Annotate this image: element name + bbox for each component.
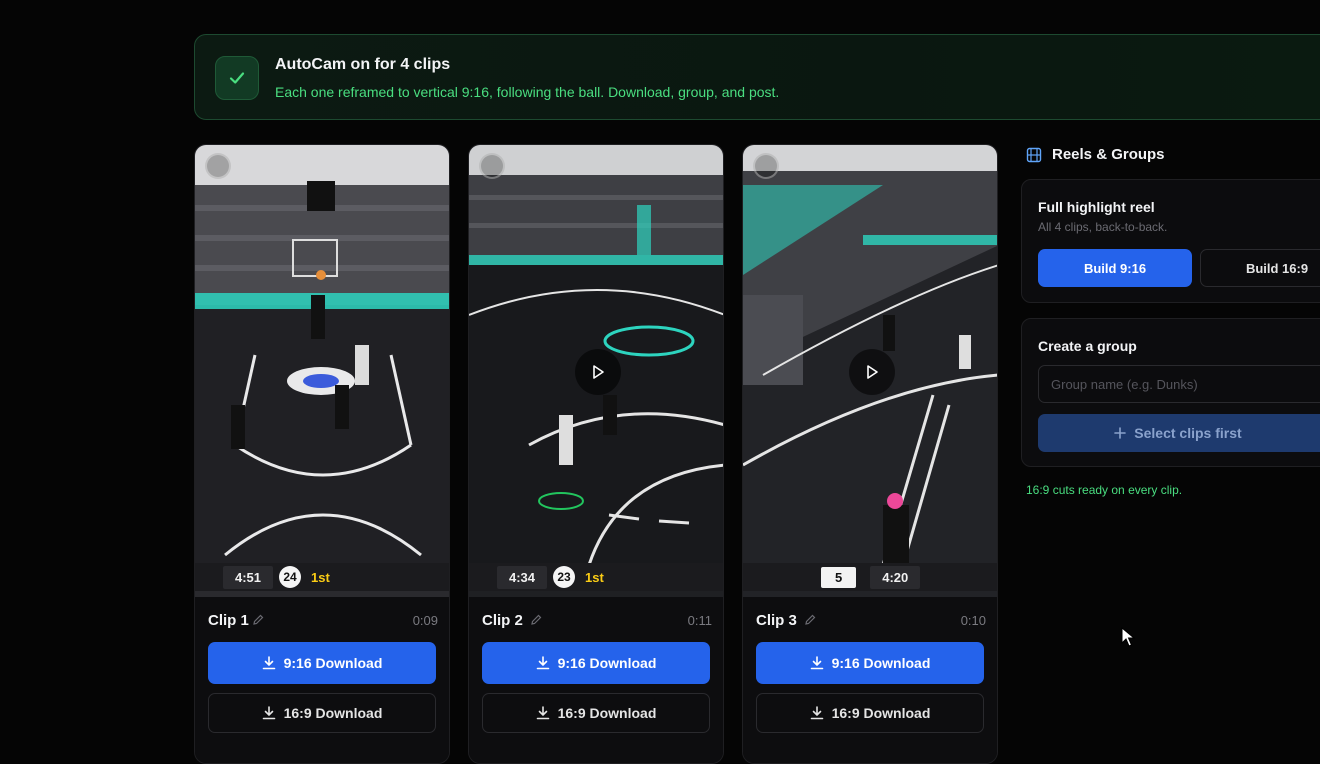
- download-icon: [536, 656, 549, 670]
- download-916-button[interactable]: 9:16 Download: [756, 642, 984, 684]
- build-169-button[interactable]: Build 16:9: [1200, 249, 1320, 287]
- build-916-button[interactable]: Build 9:16: [1038, 249, 1192, 287]
- create-group-panel: Create a group Select clips first: [1021, 318, 1320, 467]
- create-group-title: Create a group: [1038, 338, 1137, 354]
- shot-clock: 23: [553, 566, 576, 588]
- clip-duration: 0:09: [412, 613, 438, 628]
- reels-groups-title: Reels & Groups: [1052, 146, 1165, 163]
- download-169-button[interactable]: 16:9 Download: [756, 693, 984, 733]
- clip-thumbnail[interactable]: 5 4:20: [743, 145, 997, 597]
- download-916-button[interactable]: 9:16 Download: [208, 642, 436, 684]
- select-clip-checkbox[interactable]: [205, 153, 231, 179]
- clip-name: Clip 1: [208, 612, 249, 629]
- game-clock: 4:20: [870, 565, 921, 589]
- select-clips-first-button[interactable]: Select clips first: [1038, 414, 1320, 452]
- play-button[interactable]: [849, 349, 895, 395]
- clip-thumbnail[interactable]: 4:34 23 1st: [469, 145, 723, 597]
- highlight-reel-desc: All 4 clips, back-to-back.: [1038, 220, 1168, 234]
- download-169-button[interactable]: 16:9 Download: [208, 693, 436, 733]
- team-score: 5: [821, 566, 857, 588]
- pencil-icon[interactable]: [530, 613, 542, 631]
- group-name-input[interactable]: [1038, 365, 1320, 403]
- pencil-icon[interactable]: [804, 613, 816, 631]
- play-button[interactable]: [575, 349, 621, 395]
- clip-card-3: 5 4:20 Clip 3 0:10 9:16 Download 16:9 Do…: [742, 144, 998, 764]
- play-icon: [593, 365, 604, 379]
- banner-subtitle: Each one reframed to vertical 9:16, foll…: [275, 84, 780, 100]
- download-icon: [810, 656, 823, 670]
- plus-icon: [1114, 427, 1127, 439]
- check-icon: [215, 56, 259, 100]
- clip-name: Clip 2: [482, 612, 523, 629]
- play-icon: [867, 365, 878, 379]
- select-clips-first-label: Select clips first: [1134, 425, 1242, 441]
- autocam-banner: AutoCam on for 4 clips Each one reframed…: [194, 34, 1320, 120]
- game-period: 1st: [311, 569, 330, 585]
- highlight-reel-panel: Full highlight reel All 4 clips, back-to…: [1021, 179, 1320, 303]
- game-period: 1st: [585, 569, 604, 585]
- download-916-label: 9:16 Download: [283, 655, 383, 671]
- select-clip-checkbox[interactable]: [753, 153, 779, 179]
- download-916-label: 9:16 Download: [831, 655, 931, 671]
- game-clock: 4:34: [497, 565, 548, 589]
- download-169-button[interactable]: 16:9 Download: [482, 693, 710, 733]
- download-icon: [262, 656, 275, 670]
- game-scorebar: 4:34 23 1st: [469, 563, 723, 591]
- download-169-label: 16:9 Download: [283, 705, 383, 721]
- ready-note: 16:9 cuts ready on every clip.: [1026, 483, 1183, 497]
- pencil-icon[interactable]: [252, 613, 264, 631]
- shot-clock: 24: [279, 566, 302, 588]
- clip-card-1: 4:51 24 1st Clip 1 0:09 9:16 Download 16…: [194, 144, 450, 764]
- clip-footer: Clip 1 0:09 9:16 Download 16:9 Download: [195, 597, 449, 763]
- download-169-label: 16:9 Download: [557, 705, 657, 721]
- banner-title: AutoCam on for 4 clips: [275, 56, 451, 73]
- clip-footer: Clip 2 0:11 9:16 Download 16:9 Download: [469, 597, 723, 763]
- clip-thumbnail[interactable]: 4:51 24 1st: [195, 145, 449, 597]
- download-icon: [262, 706, 275, 720]
- clip-duration: 0:11: [687, 613, 712, 628]
- clip-duration: 0:10: [960, 613, 986, 628]
- game-scorebar: 4:51 24 1st: [195, 563, 449, 591]
- game-clock: 4:51: [223, 565, 274, 589]
- download-916-button[interactable]: 9:16 Download: [482, 642, 710, 684]
- cursor-icon: [1121, 627, 1135, 647]
- clip-card-2: 4:34 23 1st Clip 2 0:11 9:16 Download 16…: [468, 144, 724, 764]
- select-clip-checkbox[interactable]: [479, 153, 505, 179]
- game-scorebar: 5 4:20: [743, 563, 997, 591]
- download-icon: [536, 706, 549, 720]
- download-169-label: 16:9 Download: [831, 705, 931, 721]
- clip-name: Clip 3: [756, 612, 797, 629]
- clip-footer: Clip 3 0:10 9:16 Download 16:9 Download: [743, 597, 997, 763]
- download-916-label: 9:16 Download: [557, 655, 657, 671]
- download-icon: [810, 706, 823, 720]
- highlight-reel-title: Full highlight reel: [1038, 199, 1155, 215]
- film-icon: [1026, 147, 1042, 162]
- reels-groups-header: Reels & Groups: [1026, 146, 1165, 163]
